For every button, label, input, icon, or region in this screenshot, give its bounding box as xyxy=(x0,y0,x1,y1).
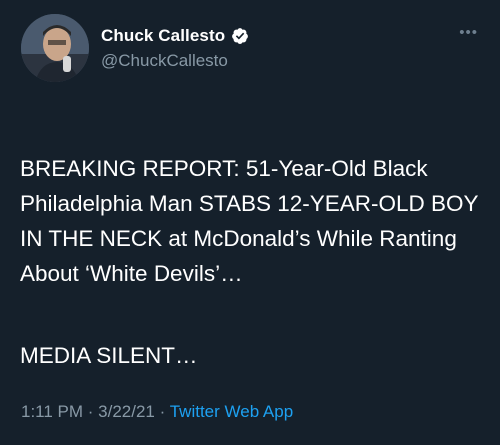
avatar[interactable] xyxy=(21,14,89,82)
tweet-paragraph: MEDIA SILENT… xyxy=(20,343,198,368)
verified-badge-icon xyxy=(232,28,249,44)
author-display-name[interactable]: Chuck Callesto xyxy=(101,26,225,46)
tweet-source-link[interactable]: Twitter Web App xyxy=(170,402,293,421)
more-horizontal-icon[interactable]: ••• xyxy=(459,24,478,41)
tweet-time[interactable]: 1:11 PM xyxy=(21,402,83,421)
meta-separator: · xyxy=(154,402,170,421)
tweet-meta: 1:11 PM · 3/22/21 · Twitter Web App xyxy=(21,402,293,422)
tweet-paragraph: BREAKING REPORT: 51-Year-Old Black Phila… xyxy=(20,156,479,286)
author-name-row[interactable]: Chuck Callesto xyxy=(101,26,249,46)
tweet-date[interactable]: 3/22/21 xyxy=(98,402,155,421)
tweet-text: BREAKING REPORT: 51-Year-Old Black Phila… xyxy=(20,116,490,408)
meta-separator: · xyxy=(83,402,99,421)
author-handle[interactable]: @ChuckCallesto xyxy=(101,51,228,71)
